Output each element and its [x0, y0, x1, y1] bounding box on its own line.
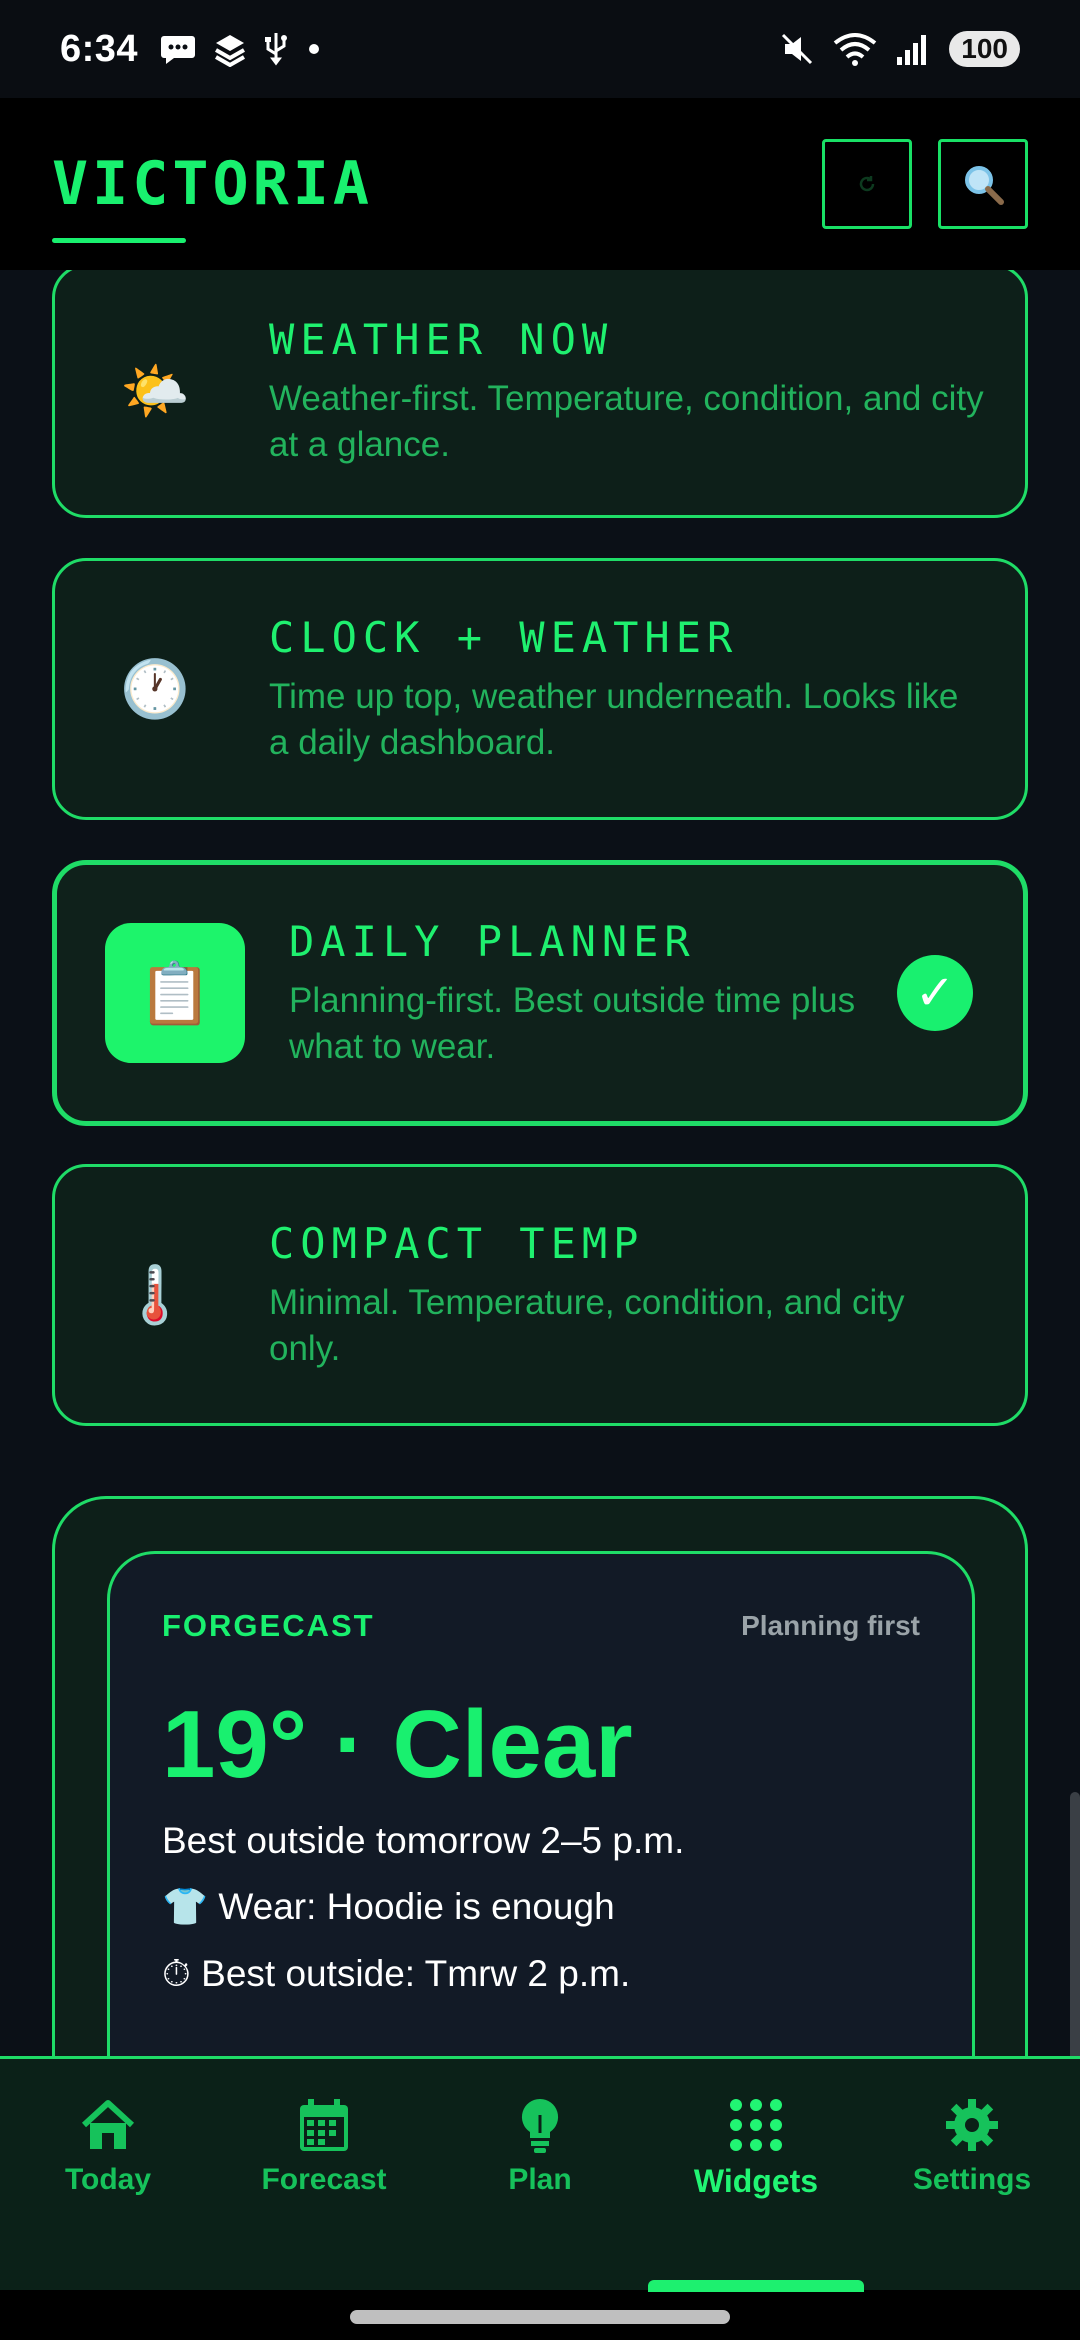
system-icons: 100	[779, 31, 1020, 67]
refresh-button[interactable]	[822, 139, 912, 229]
chat-bubble-icon	[160, 32, 196, 66]
title-underline	[52, 238, 186, 243]
option-description: Weather-first. Temperature, condition, a…	[269, 378, 984, 464]
bottom-navigation: Today Forecast Plan Widgets Settings	[0, 2056, 1080, 2290]
search-button[interactable]	[938, 139, 1028, 229]
signal-icon	[895, 31, 931, 67]
nav-item-forecast[interactable]: Forecast	[216, 2059, 432, 2290]
preview-wear-line: 👕 Wear: Hoodie is enough	[162, 1886, 920, 1929]
mute-icon	[779, 31, 815, 67]
battery-icon: 100	[949, 31, 1020, 67]
usb-icon	[264, 31, 288, 67]
preview-best-time: Best outside tomorrow 2–5 p.m.	[162, 1820, 685, 1861]
preview-mode: Planning first	[741, 1610, 920, 1641]
thermometer-icon: 🌡️	[120, 1263, 190, 1326]
option-description: Time up top, weather underneath. Looks l…	[269, 676, 959, 762]
stopwatch-icon: ⏱	[162, 1953, 191, 1994]
gear-icon	[946, 2099, 998, 2151]
app-bar: VICTORIA	[0, 98, 1080, 270]
notification-icons	[160, 31, 324, 67]
nav-item-settings[interactable]: Settings	[864, 2059, 1080, 2290]
nav-label: Forecast	[261, 2163, 387, 2196]
lightbulb-icon	[521, 2099, 559, 2153]
option-text: COMPACT TEMP Minimal. Temperature, condi…	[269, 1219, 1025, 1372]
widget-preview-container: FORGECAST Planning first 19° · Clear Bes…	[52, 1496, 1028, 2056]
app-title: VICTORIA	[52, 149, 373, 219]
nav-label: Settings	[912, 2163, 1032, 2196]
option-title: CLOCK + WEATHER	[269, 612, 739, 662]
option-title: COMPACT TEMP	[269, 1218, 645, 1268]
widget-option-compact-temp[interactable]: 🌡️ COMPACT TEMP Minimal. Temperature, co…	[52, 1164, 1028, 1426]
option-description: Planning-first. Best outside time plus w…	[289, 980, 856, 1066]
sun-behind-cloud-icon: 🌤️	[120, 359, 190, 422]
home-icon	[81, 2100, 135, 2149]
shirt-icon: 👕	[162, 1886, 209, 1927]
nav-label: Today	[64, 2163, 152, 2196]
preview-wear-text: Wear: Hoodie is enough	[218, 1886, 615, 1927]
dot-icon	[304, 39, 324, 59]
widget-option-clock-weather[interactable]: 🕐 CLOCK + WEATHER Time up top, weather u…	[52, 558, 1028, 820]
grid-icon	[730, 2099, 782, 2151]
option-text: CLOCK + WEATHER Time up top, weather und…	[269, 613, 1025, 766]
widget-option-daily-planner[interactable]: 📋 DAILY PLANNER Planning-first. Best out…	[52, 860, 1028, 1126]
nav-item-plan[interactable]: Plan	[432, 2059, 648, 2290]
option-title: WEATHER NOW	[269, 314, 614, 364]
stack-icon	[212, 31, 248, 67]
status-bar: 6:34 100	[0, 0, 1080, 98]
widget-preview: FORGECAST Planning first 19° · Clear Bes…	[107, 1551, 975, 2056]
nav-item-widgets[interactable]: Widgets	[648, 2059, 864, 2290]
option-description: Minimal. Temperature, condition, and cit…	[269, 1282, 905, 1368]
option-text: WEATHER NOW Weather-first. Temperature, …	[269, 315, 1025, 468]
clock-icon: 🕐	[120, 657, 190, 720]
preview-brand: FORGECAST	[162, 1608, 375, 1643]
selected-check-icon: ✓	[897, 955, 973, 1031]
preview-temperature: 19° · Clear	[162, 1691, 633, 1798]
nav-item-today[interactable]: Today	[0, 2059, 216, 2290]
refresh-icon	[859, 176, 875, 192]
preview-outside-text: Best outside: Tmrw 2 p.m.	[201, 1953, 631, 1994]
active-tab-indicator	[648, 2280, 864, 2292]
app-bar-actions	[822, 139, 1028, 229]
calendar-icon	[300, 2099, 348, 2151]
nav-label: Plan	[508, 2163, 572, 2196]
app-title-wrap: VICTORIA	[52, 149, 373, 243]
search-icon	[965, 166, 1004, 205]
option-title: DAILY PLANNER	[289, 916, 696, 966]
wifi-icon	[833, 31, 877, 67]
preview-header: FORGECAST Planning first	[162, 1608, 920, 1644]
widgets-content: 🌤️ WEATHER NOW Weather-first. Temperatur…	[0, 270, 1080, 2056]
status-time: 6:34	[60, 27, 139, 70]
home-gesture-bar[interactable]	[350, 2310, 730, 2324]
clipboard-icon: 📋	[105, 923, 245, 1063]
option-text: DAILY PLANNER Planning-first. Best outsi…	[289, 917, 897, 1070]
widget-option-weather-now[interactable]: 🌤️ WEATHER NOW Weather-first. Temperatur…	[52, 270, 1028, 518]
preview-outside-line: ⏱ Best outside: Tmrw 2 p.m.	[162, 1953, 920, 1996]
nav-label: Widgets	[693, 2163, 819, 2199]
